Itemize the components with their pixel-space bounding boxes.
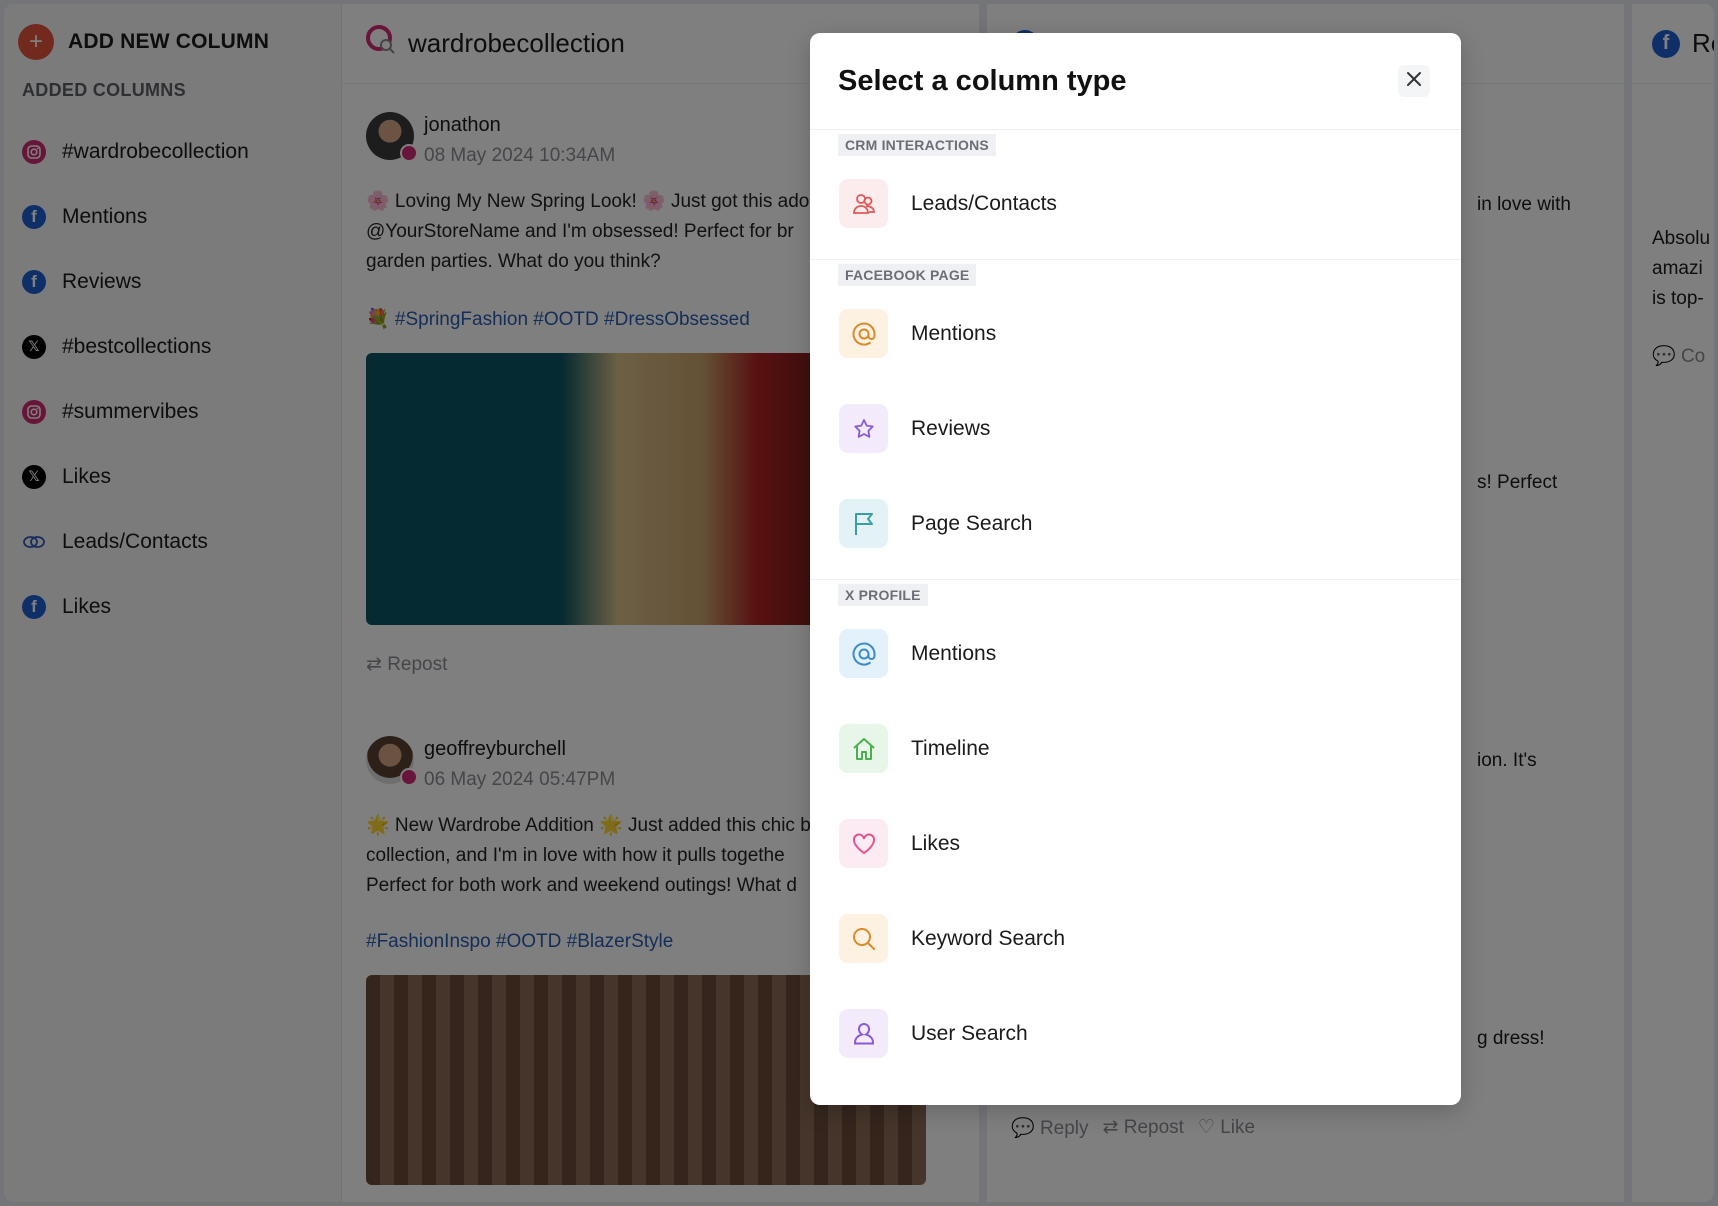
section-label: X PROFILE [838, 584, 928, 606]
option-x-timeline[interactable]: Timeline [810, 701, 1461, 796]
option-fb-mentions[interactable]: Mentions [810, 286, 1461, 381]
home-icon [839, 724, 888, 773]
section-label: FACEBOOK PAGE [838, 264, 977, 286]
option-label: Mentions [911, 321, 997, 345]
option-label: Timeline [911, 736, 990, 760]
user-icon [839, 1009, 888, 1058]
option-label: Leads/Contacts [911, 191, 1057, 215]
option-x-likes[interactable]: Likes [810, 796, 1461, 891]
option-label: Likes [911, 831, 961, 855]
section-crm-interactions: CRM INTERACTIONS Leads/Contacts [810, 130, 1461, 260]
option-x-keyword-search[interactable]: Keyword Search [810, 891, 1461, 986]
close-button[interactable] [1398, 65, 1430, 97]
close-icon [1406, 71, 1422, 92]
section-label: CRM INTERACTIONS [838, 134, 996, 156]
option-label: Keyword Search [911, 926, 1066, 950]
section-x-profile: X PROFILE Mentions Timeline Likes Keywor… [810, 580, 1461, 1089]
option-x-user-search[interactable]: User Search [810, 986, 1461, 1081]
search-icon [839, 914, 888, 963]
select-column-type-dialog: Select a column type CRM INTERACTIONS Le… [810, 33, 1461, 1105]
option-leads-contacts[interactable]: Leads/Contacts [810, 156, 1461, 251]
option-label: User Search [911, 1021, 1028, 1045]
dialog-title: Select a column type [838, 64, 1127, 97]
at-icon [839, 309, 888, 358]
star-icon [839, 404, 888, 453]
section-facebook-page: FACEBOOK PAGE Mentions Reviews Page Sear… [810, 260, 1461, 580]
contacts-icon [839, 179, 888, 228]
option-fb-page-search[interactable]: Page Search [810, 476, 1461, 571]
at-icon [839, 629, 888, 678]
option-label: Mentions [911, 641, 997, 665]
heart-icon [839, 819, 888, 868]
option-label: Page Search [911, 511, 1033, 535]
option-fb-reviews[interactable]: Reviews [810, 381, 1461, 476]
flag-icon [839, 499, 888, 548]
option-label: Reviews [911, 416, 991, 440]
option-x-mentions[interactable]: Mentions [810, 606, 1461, 701]
